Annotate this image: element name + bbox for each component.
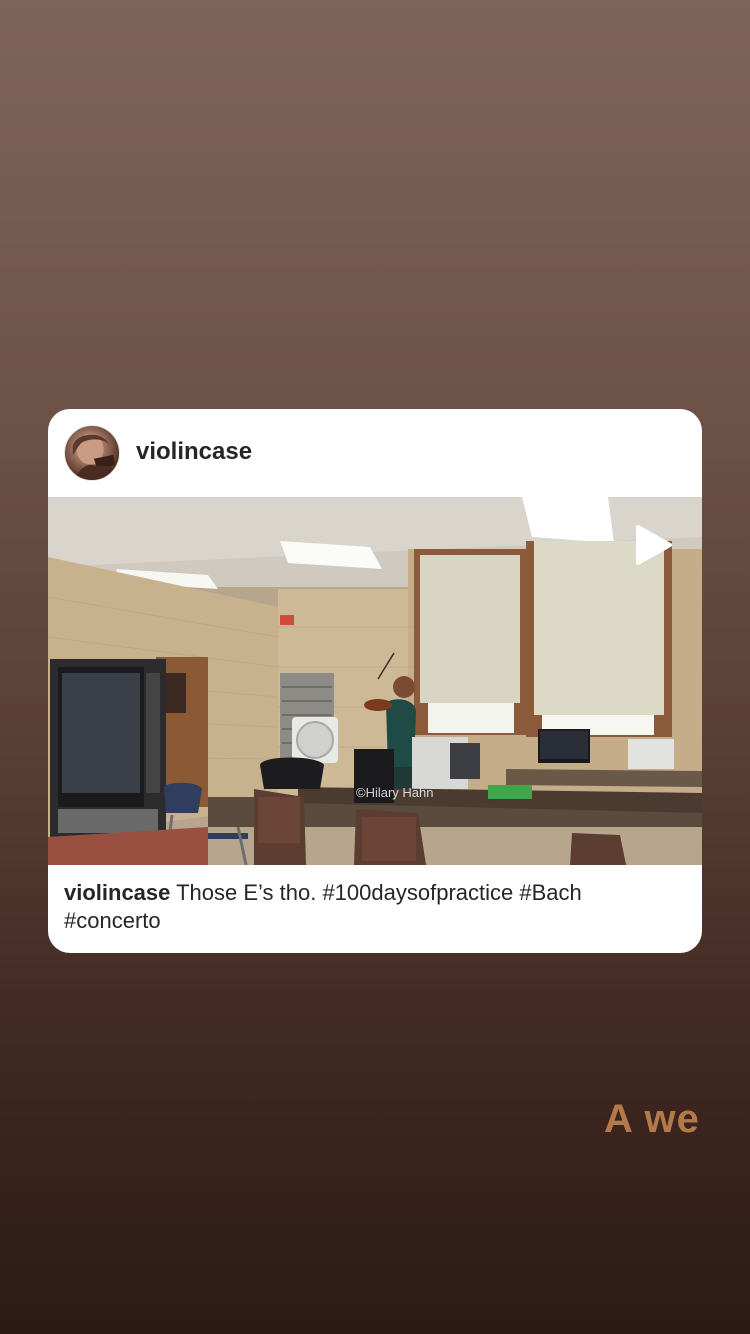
video-watermark: ©Hilary Hahn xyxy=(356,785,434,800)
play-icon[interactable] xyxy=(632,523,674,567)
story-text-sticker[interactable]: A we xyxy=(604,1097,700,1142)
post-caption: violincase Those E’s tho. #100daysofprac… xyxy=(64,879,684,935)
post-header: violincase xyxy=(48,409,702,497)
post-video[interactable]: ©Hilary Hahn xyxy=(48,497,702,865)
post-username[interactable]: violincase xyxy=(136,438,252,466)
ceiling-light xyxy=(522,497,614,543)
classroom-scene: ©Hilary Hahn xyxy=(48,497,702,865)
avatar[interactable] xyxy=(64,425,120,481)
caption-username[interactable]: violincase xyxy=(64,880,170,905)
shared-post-card[interactable]: violincase ©Hilary Hahn violincase Those… xyxy=(48,409,702,953)
avatar-image xyxy=(72,433,116,480)
